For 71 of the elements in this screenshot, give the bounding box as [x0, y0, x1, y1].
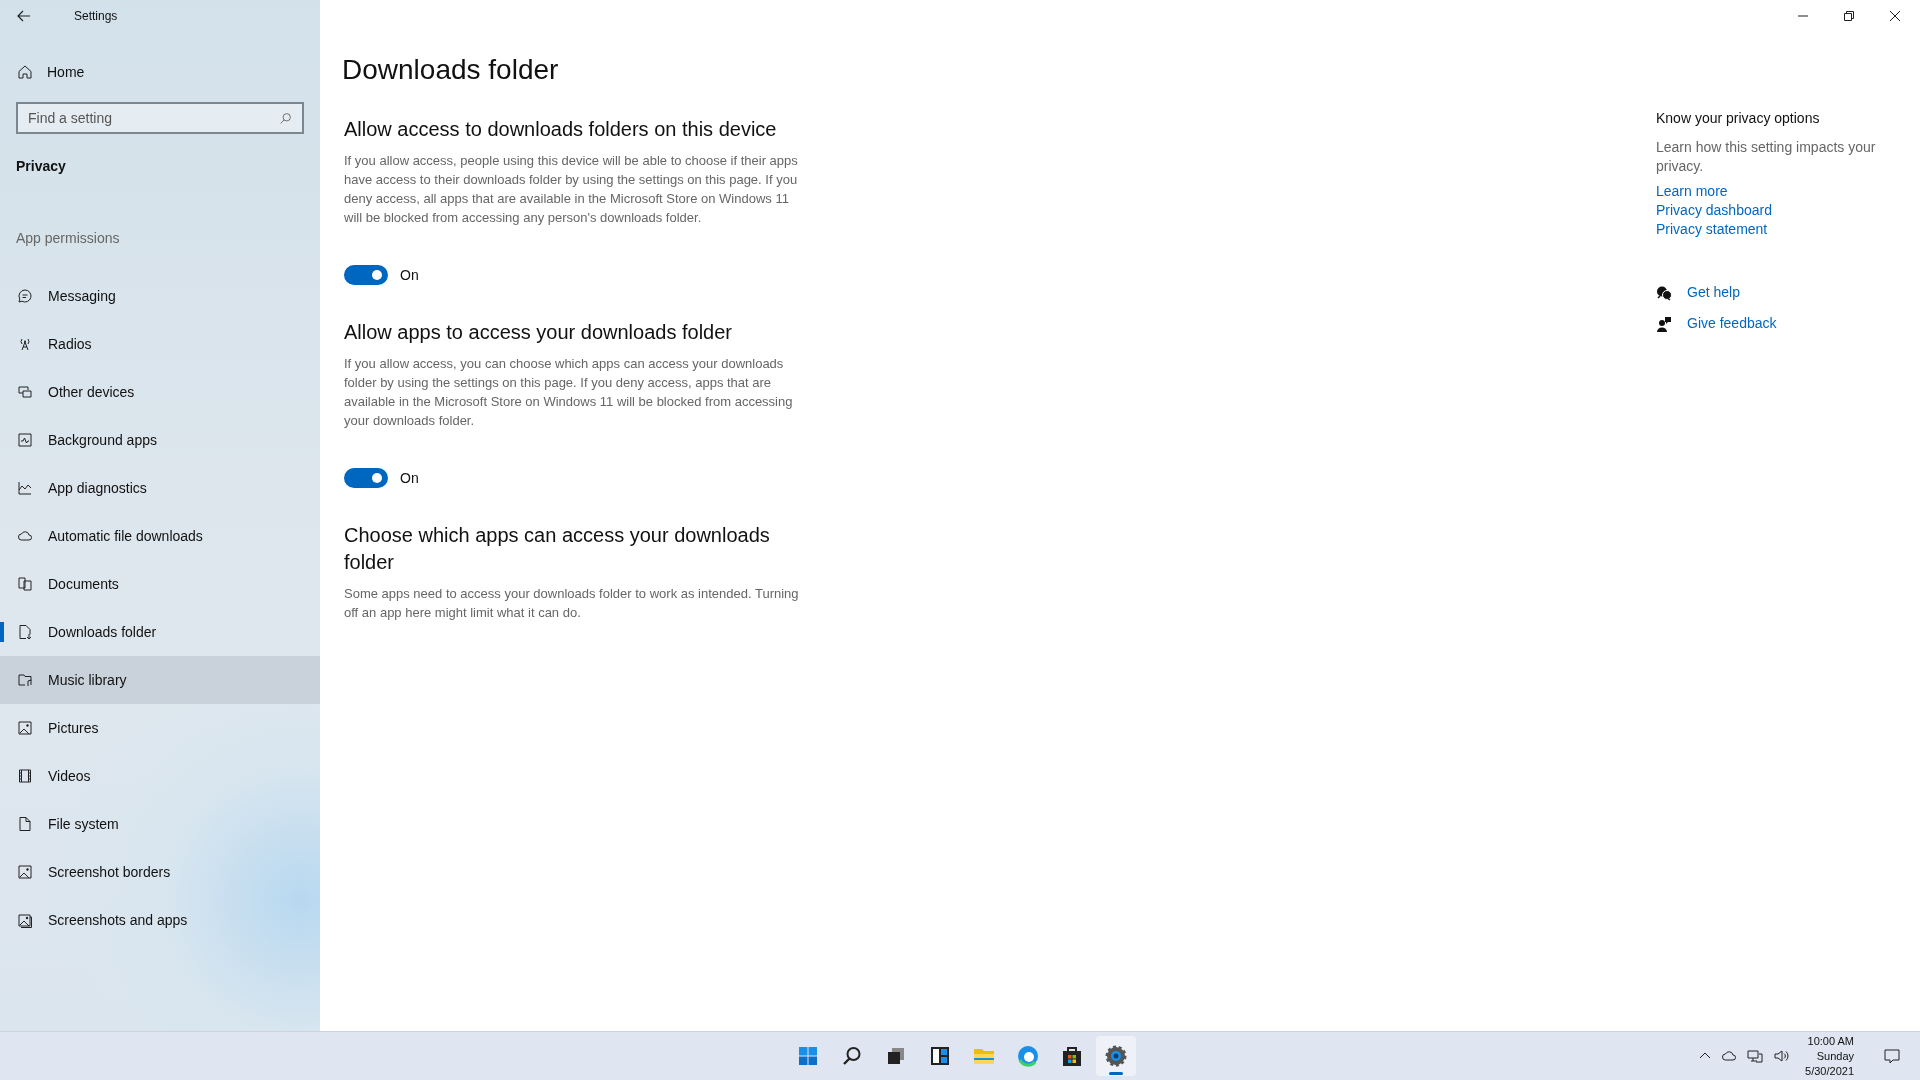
- restore-icon[interactable]: [1844, 11, 1854, 21]
- sidebar-item[interactable]: Pictures: [0, 704, 320, 752]
- close-icon[interactable]: [1890, 11, 1900, 21]
- home-icon: [17, 64, 33, 80]
- sidebar-item[interactable]: Background apps: [0, 416, 320, 464]
- documents-icon: [17, 576, 33, 592]
- toggle-switch[interactable]: [344, 265, 388, 285]
- devices-icon: [17, 384, 33, 400]
- sidebar-item[interactable]: Videos: [0, 752, 320, 800]
- windows-logo-icon: [796, 1044, 820, 1068]
- home-link[interactable]: Home: [0, 52, 320, 92]
- description: Some apps need to access your downloads folder to work as intended. Turning off an app here might limit what it can do.: [344, 585, 800, 622]
- toggle-label: On: [400, 267, 419, 283]
- window-title: Settings: [74, 9, 118, 23]
- section-heading: Allow apps to access your downloads folder: [344, 320, 733, 345]
- sidebar-item[interactable]: Screenshots and apps: [0, 896, 320, 944]
- section-heading: Choose which apps can access your downloads folder: [344, 523, 771, 575]
- shopping-bag-icon: [1060, 1044, 1084, 1068]
- sidebar-item[interactable]: Radios: [0, 320, 320, 368]
- clock-time[interactable]: 10:00 AM: [1807, 1033, 1854, 1049]
- help-chat-icon: [1656, 284, 1672, 301]
- search-field[interactable]: Find a setting: [16, 102, 304, 134]
- toggle-label: On: [400, 470, 419, 486]
- browser-icon: [1016, 1044, 1040, 1068]
- section-title: Privacy: [15, 158, 67, 174]
- link[interactable]: Privacy dashboard: [1656, 201, 1772, 220]
- file-download-icon: [17, 624, 33, 640]
- notification-icon[interactable]: [1884, 1048, 1900, 1064]
- sidebar-item[interactable]: Downloads folder: [0, 608, 320, 656]
- aside-text: Learn how this setting impacts your privacy.: [1656, 138, 1877, 176]
- cloud-icon[interactable]: [1721, 1048, 1738, 1064]
- sidebar-item[interactable]: Messaging: [0, 272, 320, 320]
- link[interactable]: Learn more: [1656, 182, 1728, 201]
- gear-icon: [1104, 1044, 1128, 1068]
- image-icon: [17, 720, 33, 736]
- sidebar-item[interactable]: Documents: [0, 560, 320, 608]
- network-icon[interactable]: [1747, 1048, 1764, 1064]
- link[interactable]: Privacy statement: [1656, 220, 1768, 239]
- help-link[interactable]: Give feedback: [1687, 314, 1777, 333]
- help-link[interactable]: Get help: [1687, 283, 1740, 302]
- page-title: Downloads folder: [342, 54, 560, 86]
- sidebar-item[interactable]: Automatic file downloads: [0, 512, 320, 560]
- description: If you allow access, you can choose which apps can access your downloads folder by using the settings on this page. If you deny access, apps that are available in the Microsoft Store on Windows 11 will be blocked from accessing your downloads folder.: [344, 355, 794, 430]
- widgets-icon: [928, 1044, 952, 1068]
- back-arrow-icon[interactable]: [16, 8, 32, 24]
- music-folder-icon: [17, 672, 33, 688]
- chat-icon: [17, 288, 33, 304]
- section-heading: Allow access to downloads folders on this device: [344, 117, 778, 142]
- film-icon: [17, 768, 33, 784]
- taskbar-app[interactable]: [1096, 1036, 1136, 1076]
- toggle-switch[interactable]: [344, 468, 388, 488]
- description: If you allow access, people using this device will be able to choose if their apps have access to their downloads folder by using the settings on this page. If you deny access, all apps that are available in the Microsoft Store on Windows 11 will be blocked from accessing any person's downloads folder.: [344, 152, 799, 227]
- group-label: App permissions: [15, 230, 121, 246]
- chart-icon: [17, 480, 33, 496]
- sidebar-item[interactable]: File system: [0, 800, 320, 848]
- cloud-icon: [17, 528, 33, 544]
- antenna-icon: [17, 336, 33, 352]
- image-icon: [17, 864, 33, 880]
- person-feedback-icon: [1656, 315, 1672, 332]
- sidebar-item[interactable]: App diagnostics: [0, 464, 320, 512]
- aside-heading: Know your privacy options: [1656, 110, 1821, 126]
- image-icon: [17, 912, 33, 928]
- sidebar-item[interactable]: Screenshot borders: [0, 848, 320, 896]
- search-icon: [279, 112, 292, 125]
- clock-date[interactable]: 5/30/2021: [1805, 1063, 1854, 1079]
- file-icon: [17, 816, 33, 832]
- activity-icon: [17, 432, 33, 448]
- sidebar-item[interactable]: Music library: [0, 656, 320, 704]
- clock-day[interactable]: Sunday: [1816, 1048, 1854, 1064]
- sidebar-item[interactable]: Other devices: [0, 368, 320, 416]
- speaker-icon[interactable]: [1773, 1048, 1790, 1064]
